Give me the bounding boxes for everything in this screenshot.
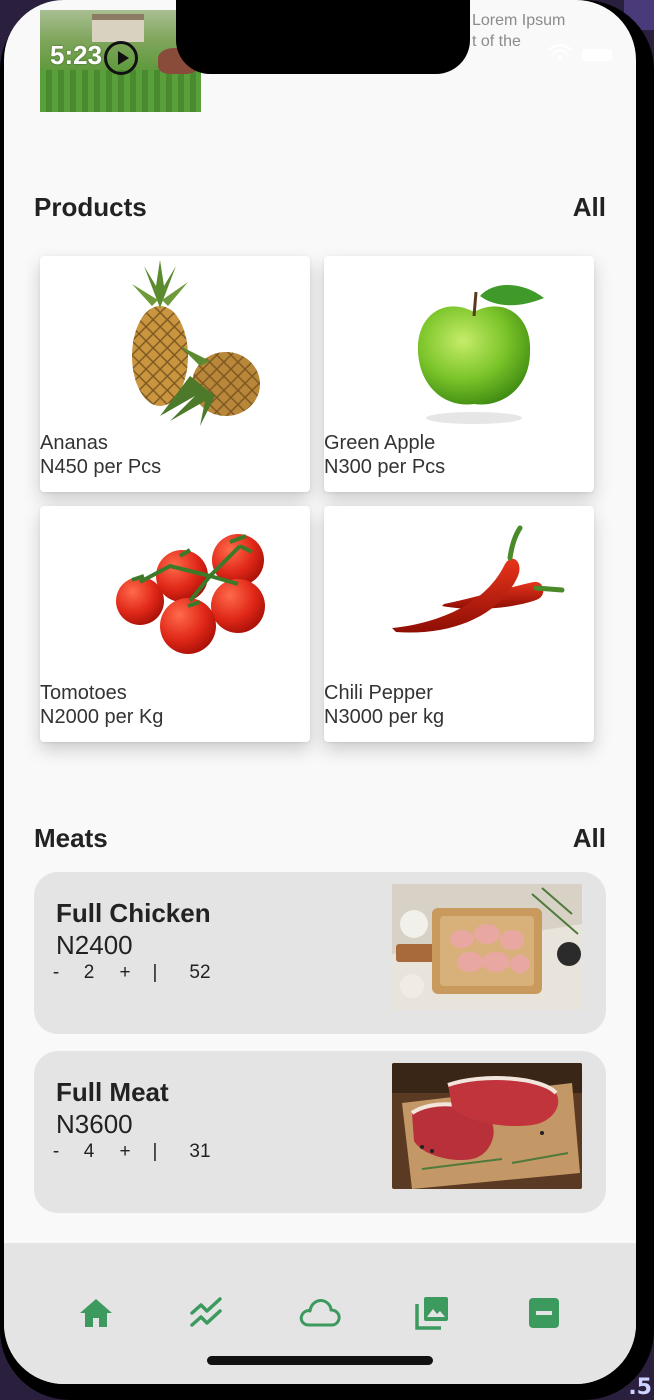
- increment-button[interactable]: +: [116, 962, 134, 984]
- chicken-image: [392, 884, 582, 1010]
- tomatoes-image: [116, 534, 265, 654]
- meats-title: Meats: [34, 823, 108, 853]
- stepper-separator: |: [152, 1141, 158, 1162]
- product-card-chili-pepper[interactable]: Chili Pepper N3000 per kg: [324, 506, 594, 742]
- tab-trending[interactable]: [185, 1291, 229, 1335]
- meats-all-link[interactable]: All: [573, 823, 606, 854]
- product-name: Tomotoes: [40, 682, 127, 704]
- home-indicator[interactable]: [207, 1356, 433, 1365]
- desktop-corner-text: .5: [628, 1375, 652, 1400]
- decrement-button[interactable]: -: [50, 962, 62, 984]
- meat-name: Full Chicken: [56, 898, 211, 928]
- play-icon[interactable]: [104, 41, 138, 75]
- cloud-icon: [299, 1299, 341, 1327]
- quantity-stepper: - 2 + | 52: [50, 962, 224, 984]
- stepper-separator: |: [152, 962, 158, 983]
- status-time: 5:23: [50, 40, 103, 70]
- steak-image: [392, 1063, 582, 1189]
- products-header: Products All: [34, 192, 606, 223]
- app-screen: 5:23 Lorem Ipsum t of the Products All A…: [4, 0, 636, 1384]
- quantity-stepper: - 4 + | 31: [50, 1141, 224, 1163]
- minus-box-icon: [529, 1298, 559, 1328]
- meat-name: Full Meat: [56, 1077, 169, 1107]
- product-card-green-apple[interactable]: Green Apple N300 per Pcs: [324, 256, 594, 492]
- quantity-value: 2: [83, 962, 95, 983]
- battery-icon: [582, 49, 612, 61]
- product-name: Green Apple: [324, 432, 436, 454]
- products-all-link[interactable]: All: [573, 192, 606, 223]
- meat-price: N3600: [56, 1109, 133, 1139]
- home-icon: [80, 1299, 112, 1327]
- tab-cloud[interactable]: [298, 1291, 342, 1335]
- tab-minus-box[interactable]: [522, 1291, 566, 1335]
- notification-text: Lorem Ipsum t of the: [472, 10, 612, 52]
- quantity-value: 4: [83, 1141, 95, 1162]
- phone-frame: 5:23 Lorem Ipsum t of the Products All A…: [0, 0, 654, 1400]
- decrement-button[interactable]: -: [50, 1141, 62, 1163]
- wifi-icon: [549, 44, 571, 59]
- meat-card-full-meat[interactable]: Full Meat N3600 - 4 + | 31: [34, 1051, 606, 1213]
- meats-header: Meats All: [34, 823, 606, 854]
- green-apple-image: [417, 284, 544, 424]
- meat-card-full-chicken[interactable]: Full Chicken N2400 - 2 + | 52: [34, 872, 606, 1034]
- products-title: Products: [34, 192, 147, 222]
- product-card-ananas[interactable]: Ananas N450 per Pcs: [40, 256, 310, 492]
- tab-gallery[interactable]: [410, 1291, 454, 1335]
- thumbnail-field: [40, 70, 201, 112]
- chili-pepper-image: [392, 525, 565, 633]
- product-price: N2000 per Kg: [40, 706, 164, 728]
- product-name: Chili Pepper: [324, 682, 433, 704]
- increment-button[interactable]: +: [116, 1141, 134, 1163]
- product-price: N300 per Pcs: [324, 456, 446, 478]
- gallery-icon: [415, 1297, 448, 1330]
- trending-icon: [190, 1297, 222, 1327]
- pineapple-image: [132, 260, 260, 426]
- stock-count: 52: [189, 962, 211, 983]
- meat-price: N2400: [56, 930, 133, 960]
- tab-home[interactable]: [74, 1291, 118, 1335]
- product-name: Ananas: [40, 432, 108, 454]
- product-card-tomatoes[interactable]: Tomotoes N2000 per Kg: [40, 506, 310, 742]
- thumbnail-hut: [92, 14, 144, 42]
- product-price: N3000 per kg: [324, 706, 445, 728]
- notification-line-1: Lorem Ipsum: [472, 12, 566, 29]
- product-price: N450 per Pcs: [40, 456, 162, 478]
- camera-notch: [176, 0, 470, 74]
- stock-count: 31: [189, 1141, 211, 1162]
